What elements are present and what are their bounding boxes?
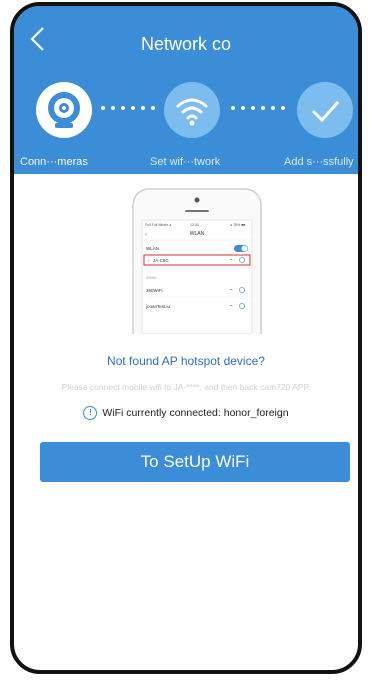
status-bar-time: 12:34 xyxy=(190,223,199,227)
lock-wifi-icon: ⌔ xyxy=(229,288,233,293)
page-title: Network co xyxy=(140,34,232,54)
phone-wlan-illustration: Full Full Wirele ● 12:34 ● 78% ■■ ‹ WLAN… xyxy=(132,188,262,334)
phone-frame: Network co Conn···meras Set wif···twork … xyxy=(10,2,362,674)
wifi-connected-label: WiFi currently connected: xyxy=(102,406,221,419)
checkmark-icon xyxy=(311,101,340,123)
step-label-connect: Conn···meras xyxy=(20,156,88,168)
network-item-2: jooanTest.iu xyxy=(145,304,171,309)
lock-wifi-icon: ⌔ xyxy=(229,258,233,263)
info-icon: ! xyxy=(83,406,98,420)
not-found-title[interactable]: Not found AP hotspot device? xyxy=(14,354,358,368)
wifi-connected-value: honor_foreign xyxy=(223,406,289,419)
connect-instruction: Please connect mobile wifi to JA-****, a… xyxy=(61,382,311,392)
step-connect-camera xyxy=(36,82,92,138)
step-label-add: Add s···ssfully xyxy=(284,156,354,168)
step-add-success xyxy=(297,82,353,138)
selected-check-icon: ✓ xyxy=(147,258,151,263)
step-label-set-wifi: Set wif···twork xyxy=(150,156,221,168)
network-item-1: 360WiFi xyxy=(146,288,163,293)
status-bar-carrier: Full Full Wirele ● xyxy=(145,223,171,227)
step-set-wifi xyxy=(164,82,220,138)
status-bar-battery: ● 78% ■■ xyxy=(230,223,245,227)
lock-wifi-icon: ⌔ xyxy=(229,304,233,309)
setup-wifi-button[interactable]: To SetUp WiFi xyxy=(40,442,350,482)
back-chevron-icon: ‹ xyxy=(145,232,147,238)
wifi-connected-status: ! WiFi currently connected: honor_foreig… xyxy=(14,406,358,420)
wlan-label: WLAN xyxy=(146,246,159,251)
selected-network-name: JA-C6C xyxy=(153,258,170,263)
screen-title: WLAN xyxy=(190,231,205,237)
step-connector-dots xyxy=(101,106,155,110)
header-bar: Network co Conn···meras Set wif···twork … xyxy=(14,6,358,174)
camera-icon xyxy=(48,92,80,128)
wifi-icon xyxy=(176,98,208,126)
step-connector-dots xyxy=(231,106,285,110)
section-label: SSIDS xyxy=(146,276,157,280)
